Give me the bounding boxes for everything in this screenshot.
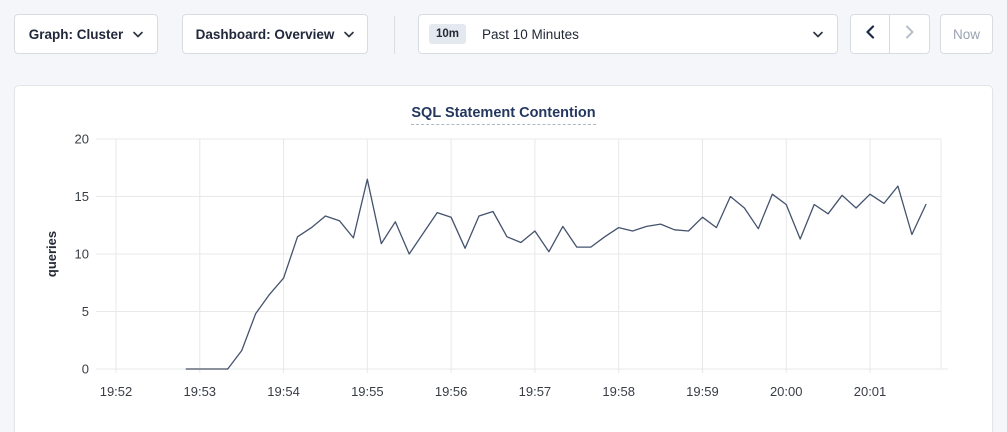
toolbar: Graph: Cluster Dashboard: Overview 10m P… [14, 14, 993, 54]
x-axis-tick-label: 19:57 [519, 384, 552, 399]
contention-chart-svg: 0 5 10 15 20 19:52 19:53 19:54 19:55 19:56 19:57 19… [15, 86, 994, 416]
chevron-left-icon [865, 25, 875, 44]
y-axis-tick-label: 5 [82, 304, 89, 319]
dashboard-dropdown-label: Dashboard: Overview [196, 27, 335, 42]
x-axis-tick-label: 19:53 [184, 384, 217, 399]
x-axis-tick-label: 20:00 [770, 384, 803, 399]
x-axis-tick-label: 19:54 [267, 384, 300, 399]
queries-series-line [228, 179, 926, 369]
y-axis-tick-label: 15 [75, 189, 89, 204]
chevron-down-icon [813, 31, 823, 38]
y-axis-tick-label: 10 [75, 247, 89, 262]
chevron-right-icon [905, 25, 915, 44]
x-axis-tick-label: 19:52 [100, 384, 133, 399]
y-axis-tick-label: 0 [82, 362, 89, 377]
sql-contention-chart-card: 0 5 10 15 20 19:52 19:53 19:54 19:55 19:56 19:57 19… [14, 85, 993, 432]
time-range-label: Past 10 Minutes [482, 27, 579, 42]
now-button[interactable]: Now [940, 14, 993, 54]
time-step-controls [850, 14, 930, 54]
graph-dropdown[interactable]: Graph: Cluster [14, 14, 158, 54]
chevron-down-icon [344, 31, 354, 38]
y-axis-tick-label: 20 [75, 132, 89, 147]
previous-time-button[interactable] [851, 15, 890, 53]
next-time-button[interactable] [890, 15, 929, 53]
dashboard-dropdown[interactable]: Dashboard: Overview [182, 14, 368, 54]
time-range-dropdown[interactable]: 10m Past 10 Minutes [418, 14, 838, 54]
x-axis-tick-label: 19:58 [602, 384, 635, 399]
time-range-badge: 10m [429, 24, 466, 44]
y-axis-label: queries [44, 231, 59, 277]
toolbar-divider [394, 16, 395, 54]
x-axis-tick-label: 19:56 [435, 384, 468, 399]
graph-dropdown-label: Graph: Cluster [29, 27, 124, 42]
chevron-down-icon [133, 31, 143, 38]
x-axis-tick-label: 20:01 [854, 384, 887, 399]
chart-title[interactable]: SQL Statement Contention [411, 105, 595, 125]
x-axis-tick-label: 19:59 [686, 384, 719, 399]
chart-title-row: SQL Statement Contention [15, 104, 992, 125]
x-axis-tick-label: 19:55 [351, 384, 384, 399]
